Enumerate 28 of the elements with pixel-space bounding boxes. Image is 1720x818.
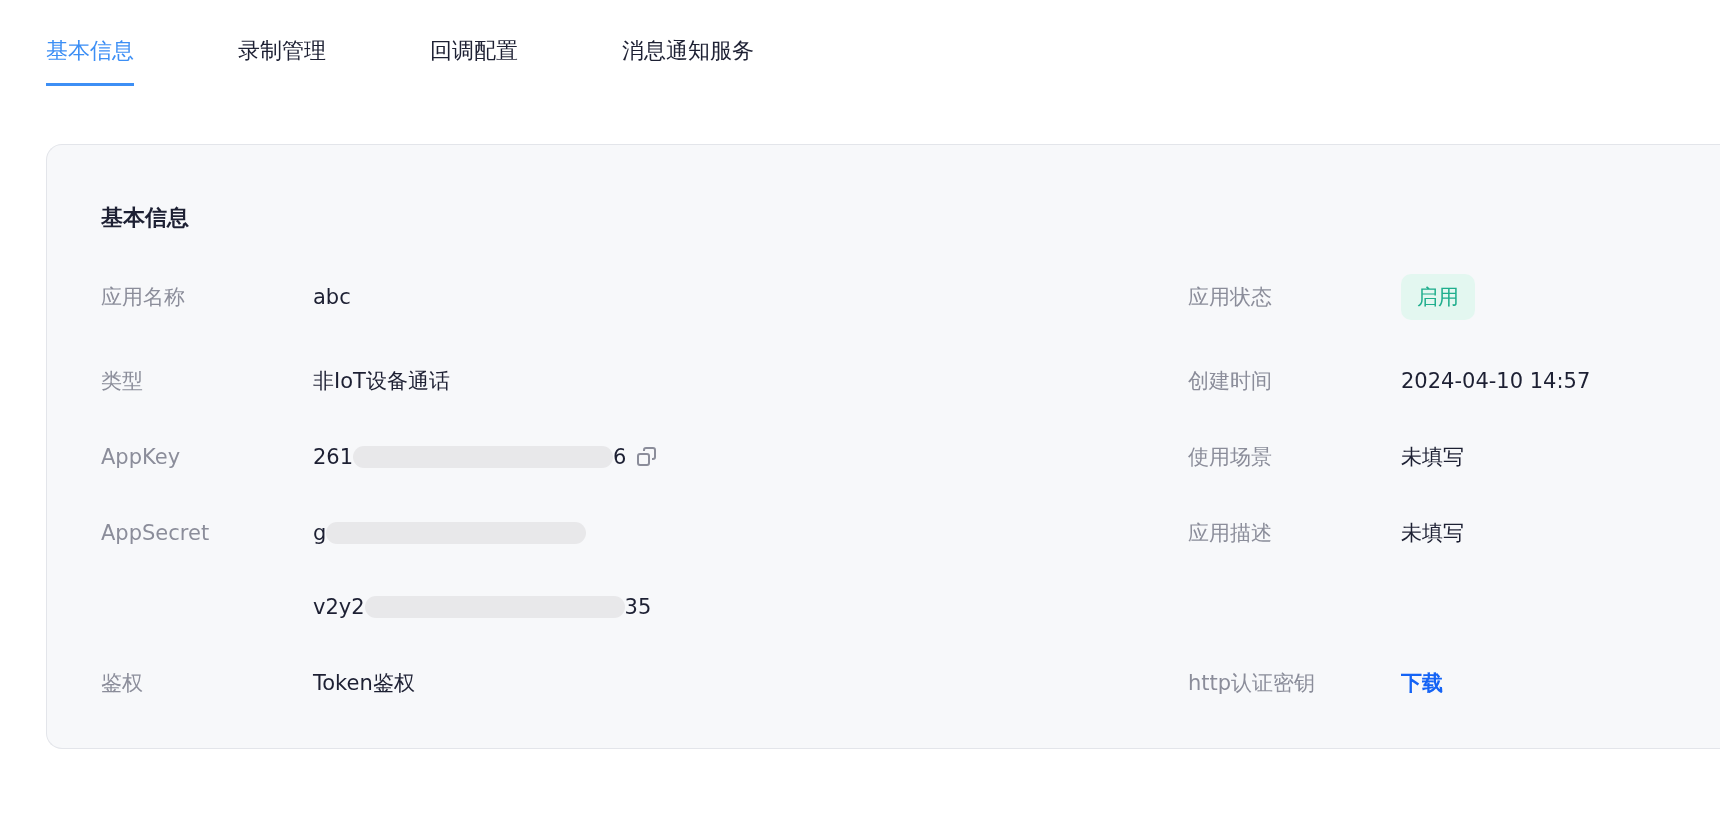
field-value: Token鉴权 <box>313 671 415 695</box>
field-value: g <box>313 520 327 547</box>
field-value: v2y2 <box>313 594 365 621</box>
field-value: 6 <box>613 444 627 471</box>
field-value: abc <box>313 285 351 309</box>
field-label: 创建时间 <box>1188 368 1273 395</box>
tab[interactable]: 回调配置 <box>430 34 518 86</box>
field-value: 未填写 <box>1401 521 1464 545</box>
section-title: 基本信息 <box>101 204 190 232</box>
field-value: 2024-04-10 14:57 <box>1401 369 1591 393</box>
field-label: 类型 <box>101 368 144 395</box>
download-link[interactable]: 下载 <box>1401 671 1443 695</box>
field-value: 非IoT设备通话 <box>313 369 450 393</box>
field-value: 未填写 <box>1401 445 1464 469</box>
field-label: AppSecret <box>101 520 211 547</box>
field-label: 应用状态 <box>1188 284 1273 311</box>
status-badge: 启用 <box>1401 274 1475 320</box>
copy-icon[interactable] <box>636 446 659 468</box>
field-label: 使用场景 <box>1188 444 1273 471</box>
field-label: AppKey <box>101 444 182 471</box>
tab[interactable]: 录制管理 <box>238 34 326 86</box>
field-value: 261 <box>313 444 354 471</box>
field-label: 鉴权 <box>101 670 144 697</box>
field-label: 应用描述 <box>1188 520 1273 547</box>
field-label: http认证密钥 <box>1188 670 1317 697</box>
field-value: 35 <box>624 594 652 621</box>
field-label: 应用名称 <box>101 284 186 311</box>
tab[interactable]: 消息通知服务 <box>622 34 754 86</box>
